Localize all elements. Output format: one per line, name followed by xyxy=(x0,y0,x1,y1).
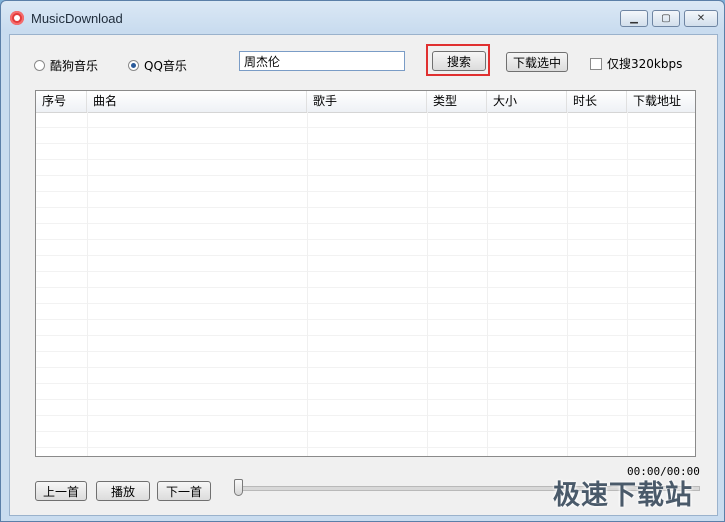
table-row xyxy=(36,256,695,272)
column-divider xyxy=(307,112,308,456)
table-row xyxy=(36,192,695,208)
table-row xyxy=(36,160,695,176)
table-row xyxy=(36,384,695,400)
table-row xyxy=(36,400,695,416)
column-header-duration[interactable]: 时长 xyxy=(567,91,627,112)
search-button[interactable]: 搜索 xyxy=(432,51,486,71)
table-row xyxy=(36,128,695,144)
music-app-icon xyxy=(10,11,24,25)
table-row xyxy=(36,336,695,352)
results-table[interactable]: 序号 曲名 歌手 类型 大小 时长 下载地址 xyxy=(35,90,696,457)
table-row xyxy=(36,288,695,304)
maximize-icon: ▢ xyxy=(661,13,671,24)
column-divider xyxy=(427,112,428,456)
only-320kbps-label: 仅搜320kbps xyxy=(607,57,683,71)
radio-qq[interactable]: QQ音乐 xyxy=(128,57,187,74)
column-header-index[interactable]: 序号 xyxy=(36,91,87,112)
radio-kugou-indicator[interactable] xyxy=(34,60,45,71)
close-icon: ✕ xyxy=(696,13,706,24)
download-selected-button[interactable]: 下载选中 xyxy=(506,52,568,72)
only-320kbps-checkbox[interactable]: 仅搜320kbps xyxy=(590,55,682,72)
search-input[interactable]: 周杰伦 xyxy=(239,51,405,71)
table-row xyxy=(36,416,695,432)
table-row xyxy=(36,304,695,320)
radio-qq-indicator[interactable] xyxy=(128,60,139,71)
maximize-button[interactable]: ▢ xyxy=(652,10,680,27)
column-header-size[interactable]: 大小 xyxy=(487,91,567,112)
table-row xyxy=(36,144,695,160)
table-row xyxy=(36,112,695,128)
table-row xyxy=(36,240,695,256)
column-header-artist[interactable]: 歌手 xyxy=(307,91,427,112)
column-header-download-url[interactable]: 下载地址 xyxy=(627,91,695,112)
title-bar[interactable]: MusicDownload ▁ ▢ ✕ xyxy=(1,1,724,35)
radio-kugou[interactable]: 酷狗音乐 xyxy=(34,57,98,74)
column-header-title[interactable]: 曲名 xyxy=(87,91,307,112)
progress-slider-thumb[interactable] xyxy=(234,479,243,496)
play-button[interactable]: 播放 xyxy=(96,481,150,501)
column-header-type[interactable]: 类型 xyxy=(427,91,487,112)
table-row xyxy=(36,352,695,368)
column-divider xyxy=(627,112,628,456)
radio-kugou-label: 酷狗音乐 xyxy=(50,59,99,73)
next-track-button[interactable]: 下一首 xyxy=(157,481,211,501)
prev-track-button[interactable]: 上一首 xyxy=(35,481,87,501)
column-divider xyxy=(487,112,488,456)
table-row xyxy=(36,272,695,288)
minimize-button[interactable]: ▁ xyxy=(620,10,648,27)
table-row xyxy=(36,320,695,336)
column-divider xyxy=(87,112,88,456)
table-row xyxy=(36,368,695,384)
minimize-icon: ▁ xyxy=(630,13,638,24)
only-320kbps-box[interactable] xyxy=(590,57,602,70)
table-row xyxy=(36,224,695,240)
table-row xyxy=(36,208,695,224)
main-panel: 酷狗音乐 QQ音乐 周杰伦 搜索 下载选中 仅搜320kbps 序号 曲名 歌手… xyxy=(9,34,718,516)
table-header: 序号 曲名 歌手 类型 大小 时长 下载地址 xyxy=(36,91,695,113)
table-row xyxy=(36,176,695,192)
app-window: MusicDownload ▁ ▢ ✕ 酷狗音乐 QQ音乐 周杰伦 搜索 下载选… xyxy=(0,0,725,522)
watermark-logo: 极速下载站 xyxy=(553,480,693,511)
radio-qq-label: QQ音乐 xyxy=(144,59,187,73)
table-row xyxy=(36,432,695,448)
window-title: MusicDownload xyxy=(31,11,123,26)
column-divider xyxy=(567,112,568,456)
close-button[interactable]: ✕ xyxy=(684,10,718,27)
